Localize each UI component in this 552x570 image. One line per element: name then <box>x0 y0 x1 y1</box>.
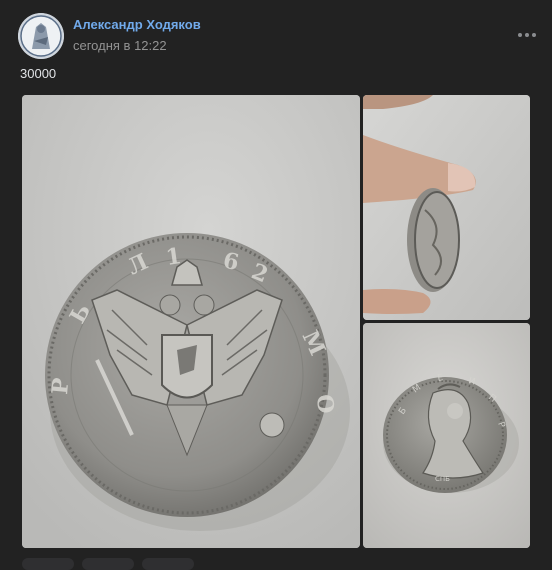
svg-text:О: О <box>311 393 339 414</box>
photo-coin-edge[interactable] <box>363 95 530 320</box>
mint-mark: СПБ <box>435 475 450 483</box>
svg-text:Р: Р <box>47 377 74 396</box>
dot-icon <box>532 33 536 37</box>
more-options-button[interactable] <box>516 24 538 46</box>
photo-coin-reverse[interactable]: Л 1 6 2 Ь Р М О <box>22 95 360 548</box>
comment-button[interactable] <box>82 558 134 570</box>
avatar-image <box>18 13 64 59</box>
dot-icon <box>525 33 529 37</box>
post-text: 30000 <box>20 66 57 81</box>
coin-edge-in-hand-photo <box>363 95 530 320</box>
author-name-link[interactable]: Александр Ходяков <box>73 17 201 32</box>
coin-reverse-eagle-photo: Л 1 6 2 Ь Р М О <box>22 95 360 548</box>
coin-obverse-portrait-photo: Б М Е И П Р СПБ <box>363 323 530 548</box>
like-button[interactable] <box>22 558 74 570</box>
post-card: Александр Ходяков сегодня в 12:22 30000 <box>0 0 552 570</box>
post-actions-bar <box>22 558 322 570</box>
photo-coin-obverse[interactable]: Б М Е И П Р СПБ <box>363 323 530 548</box>
share-button[interactable] <box>142 558 194 570</box>
dot-icon <box>518 33 522 37</box>
post-timestamp[interactable]: сегодня в 12:22 <box>73 38 167 53</box>
avatar[interactable] <box>18 13 64 59</box>
